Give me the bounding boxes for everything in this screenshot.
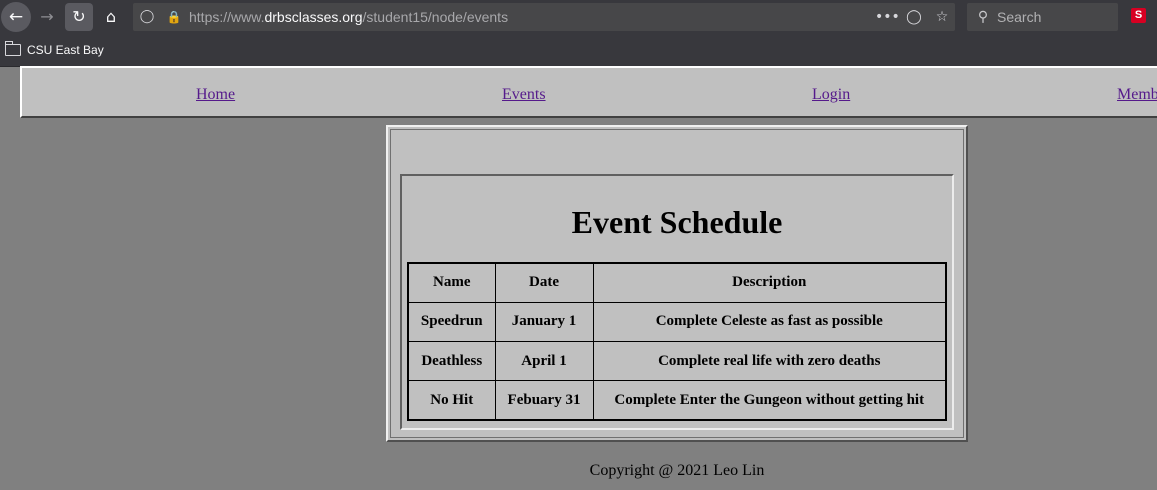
column-header-description: Description (592, 262, 947, 303)
url-text[interactable]: https://www.drbsclasses.org/student15/no… (189, 3, 508, 31)
nav-link-members[interactable]: Memb (1117, 86, 1157, 104)
cell-description: Complete Enter the Gungeon without getti… (592, 380, 947, 421)
cell-date: January 1 (494, 301, 594, 343)
nav-link-home[interactable]: Home (196, 86, 235, 104)
event-schedule-table: Name Date Description Speedrun January 1… (407, 262, 947, 421)
forward-arrow-icon[interactable]: → (33, 3, 61, 31)
extension-icon[interactable]: S (1131, 8, 1146, 23)
bookmark-folder-csu-east-bay[interactable]: CSU East Bay (5, 41, 104, 58)
nav-link-events[interactable]: Events (502, 86, 546, 104)
page-actions-menu-icon[interactable]: ••• (875, 7, 900, 27)
url-path: /student15/node/events (362, 9, 509, 25)
table-row: Deathless April 1 Complete real life wit… (407, 340, 947, 382)
url-host: drbsclasses.org (264, 9, 363, 25)
cell-name: Speedrun (407, 301, 496, 343)
browser-toolbar: ← → ↻ ⌂ ◯ 🔒 https://www.drbsclasses.org/… (0, 0, 1157, 34)
column-header-date: Date (494, 262, 594, 303)
url-prefix: https://www. (189, 9, 265, 25)
cell-date: April 1 (494, 340, 594, 382)
back-arrow-icon[interactable]: ← (1, 2, 31, 32)
column-header-name: Name (407, 262, 496, 303)
search-bar[interactable]: ⚲ (967, 3, 1118, 31)
search-input[interactable] (997, 3, 1112, 31)
table-header-row: Name Date Description (407, 262, 947, 303)
cell-description: Complete Celeste as fast as possible (592, 301, 947, 343)
reload-icon[interactable]: ↻ (65, 3, 93, 31)
nav-link-login[interactable]: Login (812, 86, 850, 104)
page-title: Event Schedule (571, 204, 783, 240)
site-nav: Home Events Login Memb (20, 66, 1157, 118)
bookmark-label: CSU East Bay (27, 43, 104, 57)
lock-icon[interactable]: 🔒 (166, 9, 182, 25)
tracking-protection-shield-icon[interactable]: ◯ (138, 8, 156, 26)
search-icon: ⚲ (977, 9, 989, 25)
home-icon[interactable]: ⌂ (97, 3, 125, 31)
cell-name: No Hit (407, 380, 496, 421)
cell-description: Complete real life with zero deaths (592, 340, 947, 382)
folder-icon (5, 41, 21, 56)
cell-name: Deathless (407, 340, 496, 382)
table-row: No Hit Febuary 31 Complete Enter the Gun… (407, 380, 947, 421)
pocket-icon[interactable]: ◯ (903, 7, 925, 27)
cell-date: Febuary 31 (494, 380, 594, 421)
table-row: Speedrun January 1 Complete Celeste as f… (407, 301, 947, 343)
footer-copyright: Copyright @ 2021 Leo Lin (589, 462, 765, 479)
bookmark-star-icon[interactable]: ☆ (931, 7, 953, 27)
bookmarks-toolbar: CSU East Bay (0, 34, 1157, 67)
address-bar[interactable]: ◯ 🔒 https://www.drbsclasses.org/student1… (133, 3, 955, 31)
